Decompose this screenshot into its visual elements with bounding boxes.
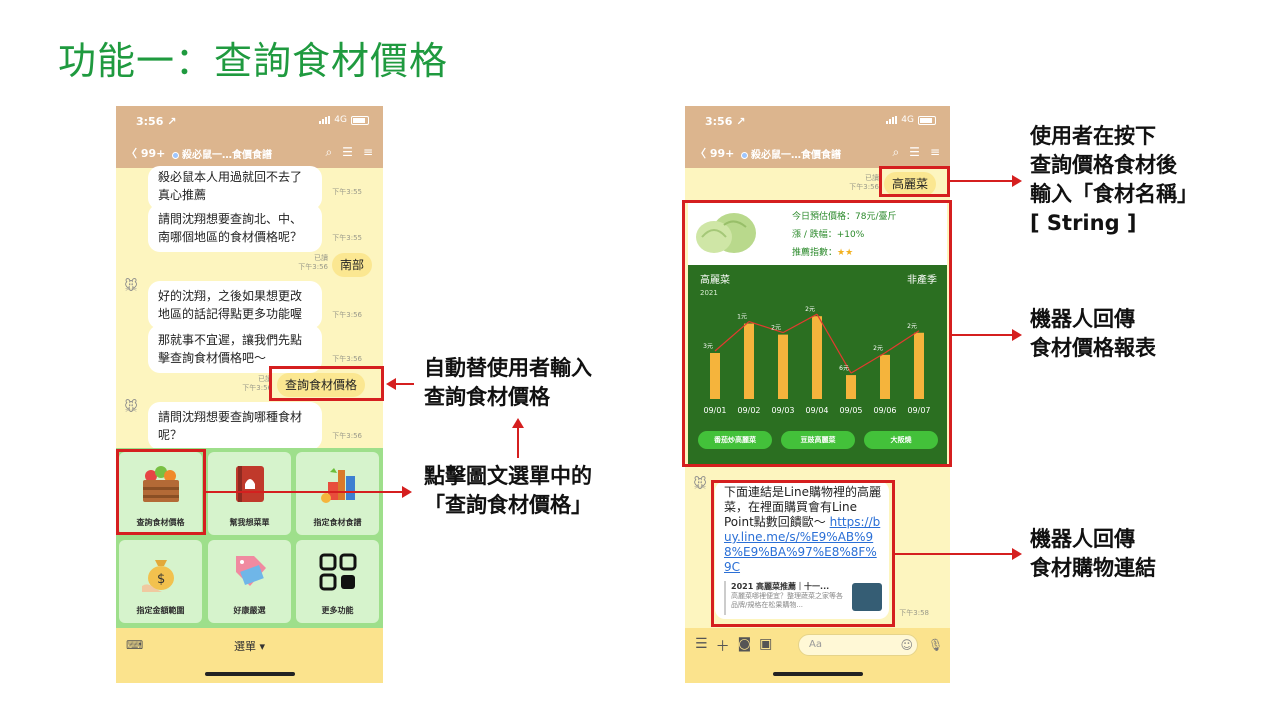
home-indicator	[204, 672, 295, 676]
arrow-line	[895, 553, 1012, 555]
highlight-query-menu	[116, 449, 206, 535]
message-time: 已讀 下午3:56	[242, 375, 272, 392]
user-message-bubble: 南部	[332, 253, 373, 277]
message-time: 已讀 下午3:56	[298, 254, 328, 271]
message-time: 下午3:56	[332, 432, 362, 440]
highlight-price-report	[682, 200, 952, 467]
status-icons: 4G	[886, 115, 936, 125]
recipe-book-icon	[236, 466, 264, 502]
annotation-auto-input: 自動替使用者輸入 查詢食材價格	[424, 356, 592, 409]
menu-tile-deals[interactable]: 好康嚴選	[208, 540, 291, 623]
signal-icon	[319, 116, 331, 124]
annotation-user-input: 使用者在按下 查詢價格食材後 輸入「食材名稱」 [ String ]	[1030, 124, 1198, 235]
emoji-icon[interactable]: ☺	[900, 638, 913, 652]
message-time: 下午3:58	[899, 609, 929, 617]
back-button[interactable]: 〈 99+	[126, 145, 165, 161]
menu-tile-suggest-menu[interactable]: 幫我想菜單	[208, 452, 291, 535]
battery-icon	[351, 115, 369, 125]
arrow-line	[952, 334, 1012, 336]
menu-tile-label: 更多功能	[321, 606, 354, 615]
message-time: 下午3:55	[332, 188, 362, 196]
input-icons: ☰ ＋ ◙ ▣	[695, 636, 772, 656]
battery-icon	[918, 115, 936, 125]
message-time: 下午3:56	[332, 355, 362, 363]
status-bar: 3:56 ↗ 4G	[685, 106, 950, 138]
menu-toggle[interactable]: 選單 ▾	[116, 638, 383, 654]
bot-avatar-icon: 🐭	[124, 279, 138, 294]
arrow-head	[402, 486, 412, 498]
bot-avatar-icon: 🐭	[693, 477, 707, 492]
back-button[interactable]: 〈 99+	[695, 145, 734, 161]
search-icon[interactable]: ⌕	[325, 145, 332, 160]
highlight-shopping-link	[711, 480, 895, 627]
signal-icon	[886, 116, 898, 124]
bot-avatar-icon: 🐭	[124, 400, 138, 415]
status-time: 3:56 ↗	[705, 115, 746, 128]
slide-title: 功能一：查詢食材價格	[58, 39, 449, 83]
status-icons: 4G	[319, 115, 369, 125]
chat-nav-bar: 〈 99+ 殺必鼠一…食價食譜 ⌕ ☰ ≡	[685, 138, 950, 168]
money-bag-icon: $	[142, 560, 174, 592]
status-bar: 3:56 ↗ 4G	[116, 106, 383, 138]
chat-title-text: 殺必鼠一…食價食譜	[182, 150, 272, 161]
menu-footer: ⌨ 選單 ▾	[116, 628, 383, 683]
chat-title-text: 殺必鼠一…食價食譜	[751, 150, 841, 161]
arrow-head	[1012, 548, 1022, 560]
nav-icons: ⌕ ☰ ≡	[892, 145, 940, 160]
input-placeholder: Aa	[809, 639, 822, 650]
microphone-icon[interactable]: 🎙	[928, 638, 943, 652]
camera-icon[interactable]: ◙	[738, 636, 752, 656]
nav-icons: ⌕ ☰ ≡	[325, 145, 373, 160]
message-bubble: 請問沈翔想要查詢哪種食材 呢？	[148, 402, 322, 450]
image-icon[interactable]: ▣	[759, 636, 772, 656]
plus-icon[interactable]: ＋	[716, 636, 730, 656]
notes-icon[interactable]: ☰	[342, 145, 353, 160]
highlight-auto-input	[269, 366, 384, 401]
svg-text:$: $	[157, 572, 165, 587]
menu-icon[interactable]: ≡	[930, 145, 940, 160]
arrow-head	[1012, 175, 1022, 187]
network-label: 4G	[901, 115, 914, 125]
chat-nav-bar: 〈 99+ 殺必鼠一…食價食譜 ⌕ ☰ ≡	[116, 138, 383, 168]
search-icon[interactable]: ⌕	[892, 145, 899, 160]
message-bubble: 請問沈翔想要查詢北、中、 南哪個地區的食材價格呢？	[148, 204, 322, 252]
sale-tag-icon	[236, 556, 266, 586]
menu-tile-more-features[interactable]: 更多功能	[296, 540, 379, 623]
message-time: 下午3:55	[332, 234, 362, 242]
status-time: 3:56 ↗	[136, 115, 177, 128]
message-time: 已讀 下午3:56	[849, 174, 879, 191]
arrow-head	[1012, 329, 1022, 341]
menu-icon[interactable]: ≡	[363, 145, 373, 160]
annotation-click-menu: 點擊圖文選單中的 「查詢食材價格」	[424, 464, 592, 517]
annotation-bot-link: 機器人回傳 食材購物連結	[1030, 527, 1156, 580]
menu-tile-label: 好康嚴選	[233, 606, 266, 615]
arrow-line	[396, 383, 414, 385]
arrow-line	[517, 428, 519, 458]
arrow-line	[206, 491, 402, 493]
network-label: 4G	[334, 115, 347, 125]
annotation-bot-report: 機器人回傳 食材價格報表	[1030, 307, 1156, 360]
menu-tile-label: 幫我想菜單	[229, 518, 270, 527]
notes-icon[interactable]: ☰	[909, 145, 920, 160]
bot-avatar-icon	[741, 151, 748, 159]
menu-tile-label: 指定金額範圍	[136, 606, 185, 615]
arrow-head	[386, 378, 396, 390]
chat-title: 殺必鼠一…食價食譜	[741, 146, 841, 161]
message-bubble: 好的沈翔，之後如果想更改 地區的話記得點更多功能喔	[148, 281, 322, 329]
menu-tile-label: 指定食材食譜	[313, 518, 362, 527]
message-input[interactable]: Aa ☺	[798, 634, 918, 656]
highlight-user-input	[879, 166, 950, 197]
bot-avatar-icon	[172, 151, 179, 159]
grid-icon	[319, 553, 357, 591]
menu-tile-budget-range[interactable]: $ 指定金額範圍	[119, 540, 202, 623]
home-indicator	[772, 672, 863, 676]
arrow-line	[950, 180, 1012, 182]
menu-lines-icon[interactable]: ☰	[695, 636, 708, 656]
menu-tile-ingredient-recipe[interactable]: 指定食材食譜	[296, 452, 379, 535]
chat-title: 殺必鼠一…食價食譜	[172, 146, 272, 161]
message-time: 下午3:56	[332, 311, 362, 319]
chat-input-bar: ☰ ＋ ◙ ▣ Aa ☺ 🎙	[685, 628, 950, 683]
groceries-icon	[321, 468, 355, 503]
arrow-head	[512, 418, 524, 428]
